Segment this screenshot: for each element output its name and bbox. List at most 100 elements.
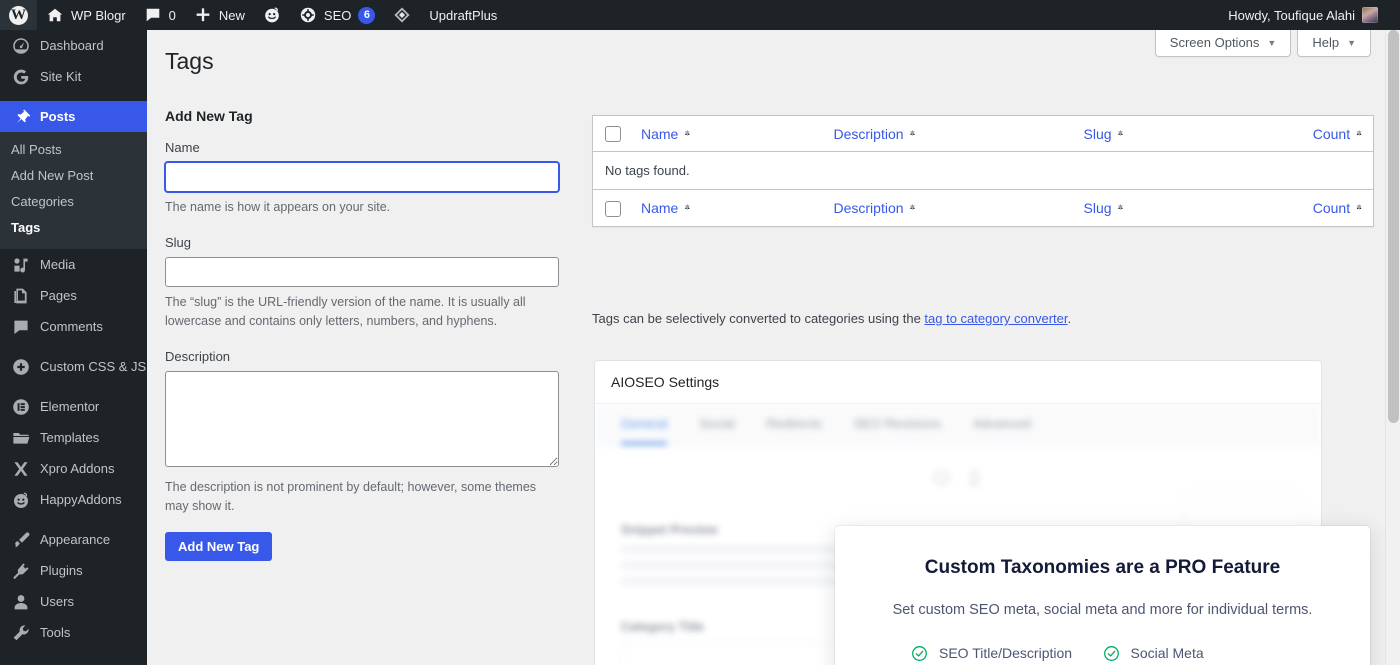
sidebar-separator: [0, 648, 147, 657]
name-input[interactable]: [165, 162, 559, 193]
screen-meta-links: Screen Options ▼ Help ▼: [1154, 30, 1371, 57]
sort-name-link[interactable]: Name ▲ ▼: [641, 126, 691, 142]
avatar: [1362, 7, 1378, 23]
column-label: Description: [833, 199, 904, 216]
tab-general[interactable]: General: [621, 416, 668, 445]
admin-bar-howdy: Howdy, Toufique Alahi: [1228, 7, 1355, 23]
admin-bar-updraftplus-label: UpdraftPlus: [429, 7, 498, 23]
paintbrush-icon: [15, 531, 30, 547]
select-all-checkbox-footer[interactable]: [605, 200, 621, 217]
column-footer-description[interactable]: Description ▲ ▼: [823, 189, 1074, 227]
column-footer-name[interactable]: Name ▲ ▼: [631, 189, 824, 227]
sidebar-item-appearance[interactable]: Appearance: [0, 524, 147, 555]
admin-bar-my-account[interactable]: Howdy, Toufique Alahi: [1219, 0, 1400, 30]
admin-bar-new-content[interactable]: New: [185, 0, 254, 30]
admin-bar-comments[interactable]: 0: [135, 0, 185, 30]
name-label: Name: [165, 140, 200, 155]
admin-bar: W WP Blogr 0 New SEO 6 UpdraftPlus Howdy…: [0, 0, 1400, 30]
tag-to-category-converter-link[interactable]: tag to category converter: [924, 311, 1067, 326]
admin-bar-site-name-label: WP Blogr: [71, 7, 126, 23]
admin-bar-updraftplus-label-item[interactable]: UpdraftPlus: [420, 0, 506, 30]
desktop-icon[interactable]: [933, 470, 950, 487]
sort-name-link-footer[interactable]: Name ▲ ▼: [641, 200, 691, 216]
sidebar-item-label: Comments: [40, 319, 103, 334]
sidebar-item-users[interactable]: Users: [0, 586, 147, 617]
sidebar-separator: [0, 92, 147, 101]
sidebar-item-label: Tools: [40, 625, 71, 640]
sidebar-item-media[interactable]: Media: [0, 249, 147, 280]
sidebar-item-templates[interactable]: Templates: [0, 422, 147, 453]
admin-bar-happyaddons[interactable]: [254, 0, 290, 30]
screen-options-label: Screen Options: [1169, 35, 1260, 50]
tags-list-table: Name ▲ ▼ Description ▲ ▼ Slug ▲ ▼ Count …: [592, 115, 1374, 227]
pages-icon: [14, 288, 27, 303]
pin-icon: [17, 109, 31, 123]
feature-label: Social Meta: [1130, 645, 1204, 662]
sidebar-item-add-new-post[interactable]: Add New Post: [0, 163, 147, 189]
sidebar-item-posts[interactable]: Posts: [0, 101, 155, 132]
tab-advanced[interactable]: Advanced: [973, 416, 1031, 445]
column-header-name[interactable]: Name ▲ ▼: [631, 115, 824, 153]
sort-description-link[interactable]: Description ▲ ▼: [834, 126, 917, 142]
sort-count-link-footer[interactable]: Count ▲ ▼: [1313, 200, 1363, 216]
sidebar-item-all-posts[interactable]: All Posts: [0, 137, 147, 163]
admin-bar-comments-count: 0: [168, 7, 176, 23]
select-all-checkbox[interactable]: [605, 126, 621, 143]
sidebar-item-label: Site Kit: [40, 69, 82, 84]
sort-slug-link-footer[interactable]: Slug ▲ ▼: [1084, 200, 1125, 216]
description-textarea[interactable]: [165, 370, 559, 467]
admin-bar-updraftplus[interactable]: [384, 0, 420, 30]
page-scrollbar[interactable]: ▲: [1385, 30, 1400, 665]
sidebar-item-tags[interactable]: Tags: [0, 215, 147, 241]
table-header-row: Name ▲ ▼ Description ▲ ▼ Slug ▲ ▼ Count …: [592, 115, 1374, 153]
tab-seo-revisions[interactable]: SEO Revisions: [854, 416, 941, 445]
tab-redirects[interactable]: Redirects: [767, 416, 822, 445]
sidebar-item-label: Pages: [40, 288, 77, 303]
scrollbar-thumb[interactable]: [1388, 30, 1399, 423]
admin-bar-site-name[interactable]: WP Blogr: [37, 0, 135, 30]
happy-face-icon: [14, 492, 28, 508]
tab-social[interactable]: Social: [699, 416, 734, 445]
column-label: Slug: [1083, 125, 1112, 142]
column-label: Slug: [1083, 199, 1112, 216]
sidebar-item-label: Posts: [40, 109, 76, 124]
check-circle-icon: [912, 645, 927, 661]
sidebar-item-pages[interactable]: Pages: [0, 280, 147, 311]
sidebar-separator: [0, 342, 147, 351]
column-label: Description: [833, 125, 904, 142]
sort-indicator-icon: ▲ ▼: [1116, 128, 1125, 139]
sidebar-item-site-kit[interactable]: Site Kit: [0, 61, 147, 92]
column-header-count[interactable]: Count ▲ ▼: [1263, 115, 1374, 153]
sidebar-item-categories[interactable]: Categories: [0, 189, 147, 215]
plug-icon: [13, 562, 29, 579]
x-icon: [14, 461, 28, 476]
sort-slug-link[interactable]: Slug ▲ ▼: [1084, 126, 1125, 142]
sidebar-item-label: Elementor: [40, 399, 100, 414]
sidebar-item-xpro-addons[interactable]: Xpro Addons: [0, 453, 147, 484]
sort-count-link[interactable]: Count ▲ ▼: [1313, 126, 1363, 142]
screen-options-button[interactable]: Screen Options ▼: [1154, 30, 1292, 57]
admin-bar-aioseo-badge: 6: [358, 6, 376, 24]
sidebar-item-elementor[interactable]: Elementor: [0, 391, 147, 422]
help-button[interactable]: Help ▼: [1297, 30, 1371, 57]
sidebar-item-plugins[interactable]: Plugins: [0, 555, 147, 586]
sidebar-item-tools[interactable]: Tools: [0, 617, 147, 648]
admin-bar-new-label: New: [218, 7, 245, 23]
converter-text-before: Tags can be selectively converted to cat…: [592, 311, 925, 326]
column-header-description[interactable]: Description ▲ ▼: [823, 115, 1074, 153]
column-footer-slug[interactable]: Slug ▲ ▼: [1073, 189, 1264, 227]
admin-bar-aioseo[interactable]: SEO 6: [290, 0, 384, 30]
sidebar-item-custom-css-js[interactable]: Custom CSS & JS: [0, 351, 147, 382]
sidebar-item-comments[interactable]: Comments: [0, 311, 147, 342]
add-new-tag-button[interactable]: Add New Tag: [165, 532, 273, 562]
sidebar-item-label: Plugins: [40, 563, 83, 578]
mobile-icon[interactable]: [966, 470, 983, 487]
sidebar-item-dashboard[interactable]: Dashboard: [0, 30, 147, 61]
sort-description-link-footer[interactable]: Description ▲ ▼: [834, 200, 917, 216]
sidebar-item-happyaddons[interactable]: HappyAddons: [0, 484, 147, 515]
column-footer-count[interactable]: Count ▲ ▼: [1263, 189, 1374, 227]
column-header-slug[interactable]: Slug ▲ ▼: [1073, 115, 1264, 153]
plus-circle-icon: [13, 358, 29, 375]
slug-input[interactable]: [165, 256, 559, 287]
admin-bar-wp-logo[interactable]: W: [0, 0, 37, 30]
